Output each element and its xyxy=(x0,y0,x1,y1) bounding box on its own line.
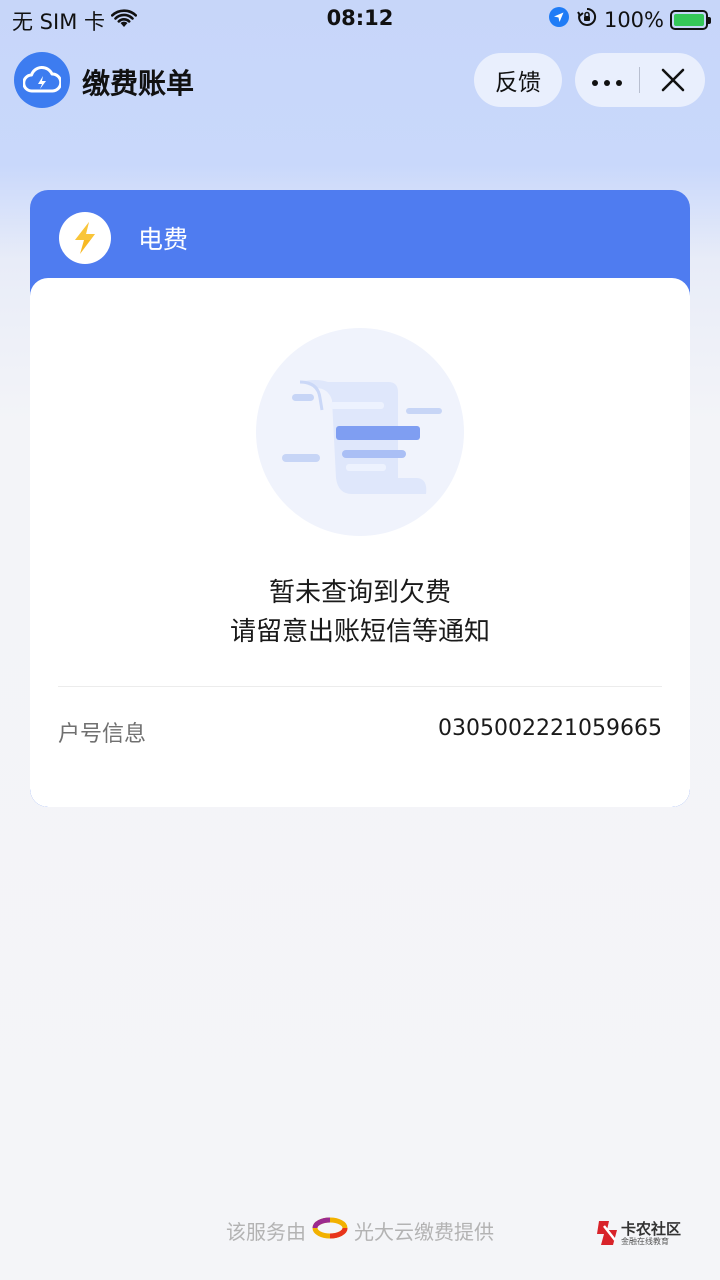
lightning-icon xyxy=(59,212,111,264)
bill-card: 电费 暂未查询到欠费 请留意出账短信等通知 户号信息 0305002221059… xyxy=(30,190,690,807)
status-bar: 无 SIM 卡 08:12 100% xyxy=(0,0,720,38)
battery-fill xyxy=(674,13,704,26)
card-body: 暂未查询到欠费 请留意出账短信等通知 户号信息 0305002221059665 xyxy=(30,278,690,807)
feedback-button[interactable]: 反馈 xyxy=(474,53,562,107)
page-title: 缴费账单 xyxy=(82,67,195,100)
card-header: 电费 xyxy=(30,190,690,290)
empty-bill-illustration xyxy=(256,328,464,536)
card-title: 电费 xyxy=(138,225,189,254)
provider-logo-icon xyxy=(312,1217,348,1244)
notice-message: 请留意出账短信等通知 xyxy=(229,617,490,647)
account-number: 0305002221059665 xyxy=(438,716,662,741)
location-icon xyxy=(548,6,570,33)
divider xyxy=(58,686,662,687)
orientation-lock-icon xyxy=(576,6,598,33)
no-arrears-message: 暂未查询到欠费 xyxy=(268,578,451,608)
watermark-logo-icon xyxy=(597,1221,617,1245)
footer-prefix: 该服务由 xyxy=(226,1219,306,1244)
account-label: 户号信息 xyxy=(58,722,147,747)
mini-program-capsule xyxy=(575,53,705,107)
nav-bar: 缴费账单 反馈 xyxy=(0,50,720,110)
watermark-subtitle: 金融在线教育 xyxy=(621,1237,669,1246)
capsule-divider xyxy=(639,67,640,93)
close-button[interactable] xyxy=(641,53,705,107)
more-button[interactable] xyxy=(575,53,639,107)
status-right: 100% xyxy=(548,6,711,33)
cloud-bolt-icon xyxy=(14,52,70,108)
battery-percent: 100% xyxy=(603,7,664,32)
close-icon xyxy=(661,68,685,92)
watermark: 卡农社区 金融在线教育 xyxy=(595,1218,715,1250)
footer-provider: 光大云缴费提供 xyxy=(354,1219,494,1244)
battery-icon xyxy=(670,9,711,30)
more-icon xyxy=(589,71,625,90)
